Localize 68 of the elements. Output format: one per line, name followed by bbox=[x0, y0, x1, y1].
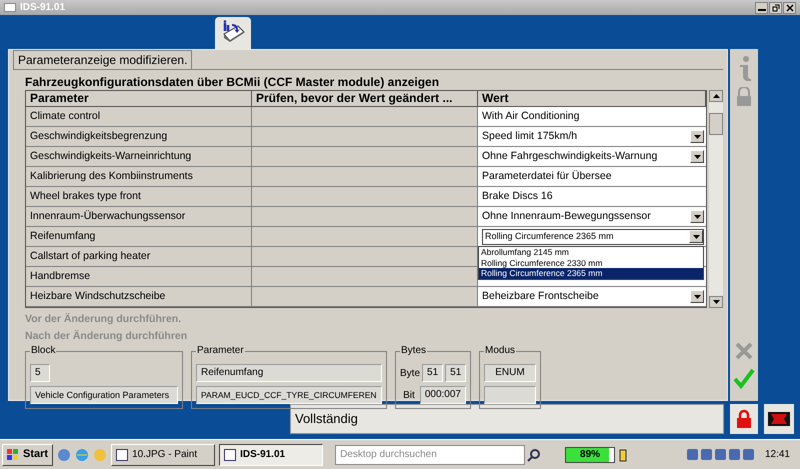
modus-field: ENUM bbox=[484, 364, 536, 382]
dropdown-arrow-button[interactable] bbox=[689, 230, 703, 243]
parameter-id-field: PARAM_EUCD_CCF_TYRE_CIRCUMFEREN bbox=[196, 386, 382, 404]
windows-logo-icon bbox=[7, 448, 19, 460]
restore-button[interactable] bbox=[769, 2, 782, 14]
caret-icon bbox=[694, 294, 700, 298]
window-icon bbox=[4, 3, 16, 12]
dropdown-option[interactable]: Rolling Circumference 2330 mm bbox=[479, 258, 703, 268]
step-label: Vor der Änderung durchführen. bbox=[25, 312, 182, 326]
block-number-field: 5 bbox=[30, 364, 50, 382]
dropdown-arrow-button[interactable] bbox=[690, 150, 704, 163]
vehicle-button[interactable] bbox=[764, 404, 794, 434]
dropdown-arrow-button[interactable] bbox=[690, 290, 704, 303]
minimize-button[interactable] bbox=[755, 2, 768, 14]
taskbar-button[interactable]: IDS-91.01 bbox=[219, 444, 324, 466]
column-header: Wert bbox=[478, 91, 706, 106]
dropdown-option[interactable]: Abrollumfang 2145 mm bbox=[479, 247, 703, 258]
toolbar-tab[interactable] bbox=[215, 17, 251, 49]
start-button[interactable]: Start bbox=[2, 444, 54, 466]
table-cell-text: Brake Discs 16 bbox=[482, 188, 553, 204]
caret-icon bbox=[692, 234, 700, 238]
lock-icon bbox=[736, 409, 752, 429]
search-icon[interactable] bbox=[527, 448, 542, 462]
section-title: Fahrzeugkonfigurationsdaten über BCMii (CCF Master module) anzeigen bbox=[24, 74, 440, 90]
column-header: Parameter bbox=[26, 91, 252, 106]
search-field[interactable]: Desktop durchsuchen bbox=[335, 444, 526, 464]
battery-reading: 89% bbox=[579, 448, 602, 462]
table-cell-text: Beheizbare Frontscheibe bbox=[482, 288, 600, 304]
close-icon bbox=[786, 4, 794, 12]
dropdown-option[interactable]: Rolling Circumference 2365 mm bbox=[479, 268, 703, 278]
scroll-thumb[interactable] bbox=[709, 113, 723, 135]
byte-label: Byte bbox=[400, 366, 420, 380]
status-field: Vollständig bbox=[290, 404, 724, 434]
byte-to-field: 51 bbox=[445, 364, 466, 382]
caret-icon bbox=[694, 154, 700, 158]
empty-field bbox=[484, 386, 536, 404]
table-cell-text: Ohne Innenraum-Bewegungssensor bbox=[482, 208, 652, 224]
clock: 12:41 bbox=[764, 448, 791, 462]
app-icon bbox=[224, 448, 236, 460]
checkmark-icon[interactable] bbox=[733, 367, 755, 389]
group-legend: Bytes bbox=[400, 345, 428, 357]
page-tab[interactable]: Parameteranzeige modifizieren. bbox=[13, 50, 192, 69]
battery-icon bbox=[619, 448, 628, 462]
dropdown-arrow-button[interactable] bbox=[690, 210, 704, 223]
table-cell-text: With Air Conditioning bbox=[482, 108, 580, 124]
bit-label: Bit bbox=[402, 388, 416, 402]
block-name-field: Vehicle Configuration Parameters bbox=[30, 386, 178, 404]
table-cell-text: Ohne Fahrgeschwindigkeits-Warnung bbox=[482, 148, 658, 164]
taskbar-button[interactable]: 10.JPG - Paint bbox=[111, 444, 216, 466]
table-cell-text: Speed limit 175km/h bbox=[482, 128, 578, 144]
caret-icon bbox=[694, 134, 700, 138]
caret-icon bbox=[694, 214, 700, 218]
lock-button[interactable] bbox=[730, 404, 758, 434]
app-icon bbox=[116, 448, 128, 460]
minimize-icon bbox=[758, 9, 766, 11]
dropdown-field[interactable]: Rolling Circumference 2365 mm bbox=[482, 228, 704, 244]
step-label: Nach der Änderung durchführen bbox=[25, 329, 188, 343]
restore-icon bbox=[772, 4, 780, 12]
close-button[interactable] bbox=[783, 2, 796, 14]
byte-from-field: 51 bbox=[422, 364, 444, 382]
connector-icon bbox=[767, 410, 791, 428]
column-header: Prüfen, bevor der Wert geändert ... bbox=[252, 91, 478, 106]
scrollbar[interactable] bbox=[709, 90, 723, 308]
table-cell-text: Parameterdatei für Übersee bbox=[482, 168, 612, 184]
bit-field: 000:007 bbox=[420, 386, 466, 404]
window-title: IDS-91.01 bbox=[20, 1, 66, 15]
parameter-name-field: Reifenumfang bbox=[196, 364, 382, 382]
dropdown-arrow-button[interactable] bbox=[690, 130, 704, 143]
